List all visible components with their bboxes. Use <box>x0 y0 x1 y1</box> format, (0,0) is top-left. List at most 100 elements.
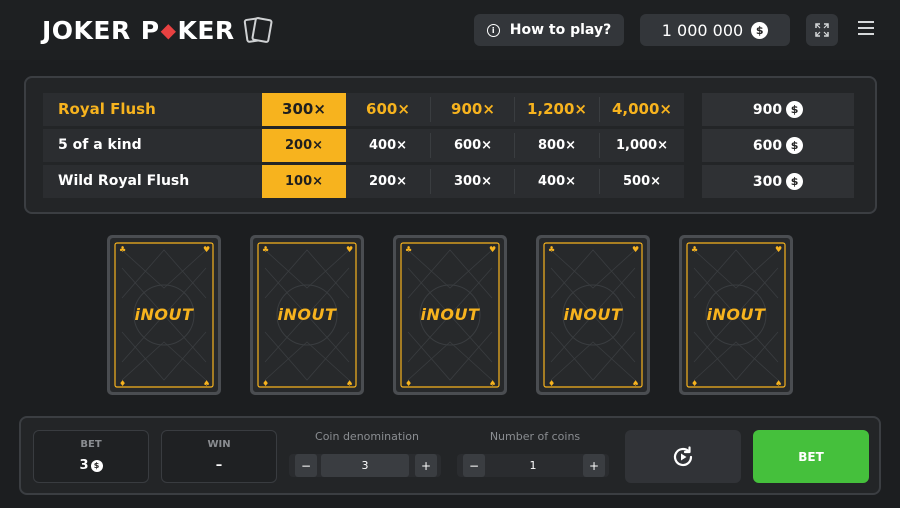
cards-icon <box>243 16 275 44</box>
dollar-coin-icon: $ <box>786 137 804 154</box>
replay-icon <box>673 445 693 466</box>
hand-name: Wild Royal Flush <box>58 173 190 189</box>
svg-text:♦: ♦ <box>119 379 126 388</box>
playing-card[interactable]: ♣ ♥ ♦ ♠ iNOUT <box>536 235 650 395</box>
bet-label: BET <box>80 439 102 450</box>
dollar-coin-icon: $ <box>786 101 804 118</box>
fullscreen-button[interactable] <box>806 14 838 46</box>
playing-card[interactable]: ♣ ♥ ♦ ♠ iNOUT <box>393 235 507 395</box>
svg-text:♦: ♦ <box>691 379 698 388</box>
svg-text:♠: ♠ <box>489 379 496 388</box>
multiplier-cell: 300× <box>453 174 493 189</box>
top-bar: JOKER P ◆ KER i How to play? 1 000 000 $ <box>0 0 900 60</box>
number-of-coins-minus-button[interactable]: − <box>463 454 485 477</box>
paytable-row-royal-flush: Royal Flush 300× 600× 900× 1,200× 4,000× <box>43 93 684 126</box>
playing-card[interactable]: ♣ ♥ ♦ ♠ iNOUT <box>250 235 364 395</box>
coin-denomination-label: Coin denomination <box>315 430 419 443</box>
multiplier-cell: 600× <box>366 100 410 118</box>
card-logo: iNOUT <box>134 305 194 324</box>
multiplier-cell: 400× <box>368 138 408 153</box>
multiplier-cell: 1,000× <box>615 138 668 153</box>
payout-cell: 300 $ <box>702 165 854 198</box>
multiplier-cell: 200× <box>368 174 408 189</box>
paytable-row-wild-royal-flush: Wild Royal Flush 100× 200× 300× 400× 500… <box>43 165 684 198</box>
payout-amount: 600 <box>752 137 783 154</box>
menu-icon-line <box>858 21 874 23</box>
win-label: WIN <box>207 439 231 450</box>
balance-amount: 1 000 000 <box>661 20 744 40</box>
balance-display: 1 000 000 $ <box>640 14 790 46</box>
card-logo: iNOUT <box>277 305 337 324</box>
svg-text:♣: ♣ <box>405 245 412 254</box>
info-icon: i <box>486 23 500 37</box>
card-back: ♣ ♥ ♦ ♠ iNOUT <box>110 238 218 392</box>
hand-name: 5 of a kind <box>58 137 142 153</box>
svg-text:♦: ♦ <box>262 379 269 388</box>
svg-text:♣: ♣ <box>691 245 698 254</box>
number-of-coins-stepper: − 1 + <box>457 454 609 477</box>
svg-text:♥: ♥ <box>632 245 639 254</box>
coin-denomination-stepper: − 3 + <box>289 454 441 477</box>
menu-button[interactable] <box>858 21 874 35</box>
coin-denomination-plus-button[interactable]: + <box>415 454 437 477</box>
logo-word-poker-p: P <box>140 15 160 45</box>
game-logo: JOKER P ◆ KER <box>42 15 275 45</box>
payout-amount: 300 <box>752 173 783 190</box>
dollar-coin-icon: $ <box>786 173 804 190</box>
playing-card[interactable]: ♣ ♥ ♦ ♠ iNOUT <box>107 235 221 395</box>
multiplier-cell: 4,000× <box>611 100 672 118</box>
multiplier-cell: 600× <box>453 138 493 153</box>
fullscreen-icon <box>815 23 829 37</box>
svg-text:♠: ♠ <box>346 379 353 388</box>
how-to-play-button[interactable]: i How to play? <box>474 14 624 46</box>
card-logo: iNOUT <box>706 305 766 324</box>
svg-text:♠: ♠ <box>203 379 210 388</box>
number-of-coins-value[interactable]: 1 <box>489 454 577 477</box>
multiplier-cell: 1,200× <box>526 100 587 118</box>
bet-value: 3 <box>79 458 89 473</box>
svg-text:♣: ♣ <box>119 245 126 254</box>
svg-text:♥: ♥ <box>775 245 782 254</box>
multiplier-cell: 200× <box>262 129 346 162</box>
diamond-icon: ◆ <box>160 18 177 42</box>
coin-denomination-value[interactable]: 3 <box>321 454 409 477</box>
hand-name: Royal Flush <box>58 100 156 118</box>
multiplier-cell: 100× <box>262 165 346 198</box>
card-back: ♣ ♥ ♦ ♠ iNOUT <box>682 238 790 392</box>
logo-word-joker: JOKER <box>42 15 131 45</box>
bet-button[interactable]: BET <box>753 430 869 483</box>
number-of-coins-label: Number of coins <box>489 430 581 443</box>
multiplier-cell: 300× <box>262 93 346 126</box>
svg-text:♦: ♦ <box>405 379 412 388</box>
card-logo: iNOUT <box>420 305 480 324</box>
coin-denomination-minus-button[interactable]: − <box>295 454 317 477</box>
card-back: ♣ ♥ ♦ ♠ iNOUT <box>253 238 361 392</box>
svg-text:♠: ♠ <box>775 379 782 388</box>
bet-display: BET 3 $ <box>33 430 149 483</box>
dollar-coin-icon: $ <box>90 459 103 472</box>
dollar-coin-icon: $ <box>751 21 769 39</box>
number-of-coins-plus-button[interactable]: + <box>583 454 605 477</box>
payout-cell: 900 $ <box>702 93 854 126</box>
playing-card[interactable]: ♣ ♥ ♦ ♠ iNOUT <box>679 235 793 395</box>
svg-text:♠: ♠ <box>632 379 639 388</box>
paytable: Royal Flush 300× 600× 900× 1,200× 4,000×… <box>24 76 877 214</box>
card-back: ♣ ♥ ♦ ♠ iNOUT <box>396 238 504 392</box>
svg-text:♣: ♣ <box>548 245 555 254</box>
how-to-play-label: How to play? <box>509 22 612 38</box>
menu-icon-line <box>858 27 874 29</box>
svg-text:♣: ♣ <box>262 245 269 254</box>
svg-text:♥: ♥ <box>346 245 353 254</box>
menu-icon-line <box>858 33 874 35</box>
paytable-row-five-of-a-kind: 5 of a kind 200× 400× 600× 800× 1,000× <box>43 129 684 162</box>
card-back: ♣ ♥ ♦ ♠ iNOUT <box>539 238 647 392</box>
multiplier-cell: 400× <box>537 174 577 189</box>
win-value: – <box>215 458 223 473</box>
autoplay-button[interactable] <box>625 430 741 483</box>
multiplier-cell: 500× <box>622 174 662 189</box>
card-logo: iNOUT <box>563 305 623 324</box>
control-panel: BET 3 $ WIN – Coin denomination − 3 + Nu… <box>19 416 881 495</box>
svg-text:♦: ♦ <box>548 379 555 388</box>
svg-text:♥: ♥ <box>489 245 496 254</box>
payout-cell: 600 $ <box>702 129 854 162</box>
